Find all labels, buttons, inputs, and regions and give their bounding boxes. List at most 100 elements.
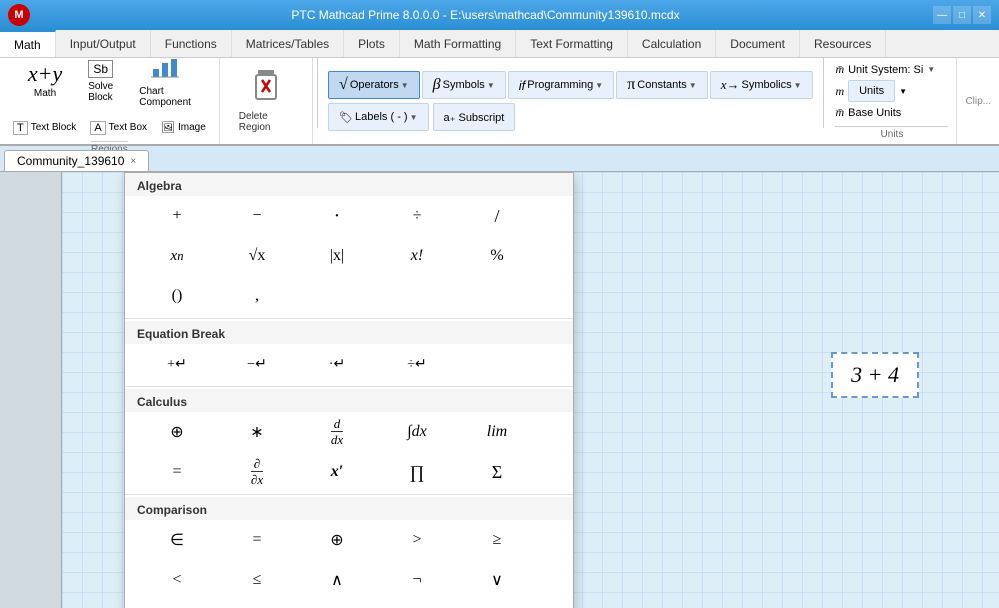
op-percent[interactable]: %: [457, 240, 537, 272]
op-div[interactable]: ÷: [377, 200, 457, 232]
op-factorial[interactable]: x!: [377, 240, 457, 272]
units-group: m̄ Unit System: Si ▼ m Units ▼ m̄ Base U…: [827, 58, 957, 144]
op-break-div[interactable]: ÷↵: [377, 348, 457, 380]
tab-resources[interactable]: Resources: [800, 30, 886, 57]
constants-btn[interactable]: π Constants ▼: [616, 71, 708, 99]
operators-group: √ Operators ▼ β Symbols ▼ if Programming…: [322, 58, 819, 144]
op-circplus[interactable]: ⊕: [137, 416, 217, 448]
subscript-btn[interactable]: a₊ Subscript: [433, 103, 516, 131]
delete-region-group: Delete Region: [220, 58, 313, 144]
units-btn-icon: m: [835, 84, 844, 99]
comparison-row-3: ≠: [125, 600, 573, 608]
ribbon-content: x+y Math Sb SolveBlock: [0, 58, 999, 146]
unit-system-icon: m̄: [835, 62, 844, 77]
symbols-btn[interactable]: β Symbols ▼: [422, 71, 506, 99]
programming-btn[interactable]: if Programming ▼: [508, 71, 614, 99]
doc-tab-community[interactable]: Community_139610 ×: [4, 150, 149, 171]
calculus-header: Calculus: [125, 389, 573, 412]
tab-plots[interactable]: Plots: [344, 30, 400, 57]
doc-tab-close[interactable]: ×: [130, 156, 136, 167]
base-units-label: Base Units: [848, 107, 901, 119]
op-power[interactable]: xn: [137, 240, 217, 272]
op-limit[interactable]: lim: [457, 416, 537, 448]
math-expression[interactable]: 3 + 4: [831, 352, 919, 398]
op-parens[interactable]: (): [137, 280, 217, 312]
symbolics-btn[interactable]: x→ Symbolics ▼: [710, 71, 813, 99]
op-plus[interactable]: +: [137, 200, 217, 232]
math-btn[interactable]: x+y Math: [17, 56, 73, 106]
unit-system-arrow: ▼: [927, 65, 935, 74]
units-group-label: Units: [835, 126, 948, 140]
divider-3: [125, 494, 573, 495]
labels-label: Labels ( - ): [355, 111, 408, 123]
op-dot[interactable]: ·: [297, 200, 377, 232]
op-neq[interactable]: ≠: [137, 604, 217, 608]
op-break-dot[interactable]: ·↵: [297, 348, 377, 380]
op-less[interactable]: <: [137, 564, 217, 596]
op-deriv[interactable]: d dx: [297, 416, 377, 448]
comparison-header: Comparison: [125, 497, 573, 520]
op-xor[interactable]: ⊕: [297, 524, 377, 556]
op-element[interactable]: ∈: [137, 524, 217, 556]
image-btn[interactable]: 🖼 Image: [156, 118, 211, 138]
op-eq-comp[interactable]: =: [217, 524, 297, 556]
op-prime[interactable]: x′: [297, 456, 377, 488]
tab-calculation[interactable]: Calculation: [628, 30, 716, 57]
op-comma[interactable]: ,: [217, 280, 297, 312]
title-bar-buttons[interactable]: — □ ✕: [933, 6, 991, 24]
op-break-minus[interactable]: −↵: [217, 348, 297, 380]
math-icon: x+y: [28, 63, 62, 85]
delete-region-btn[interactable]: Delete Region: [230, 65, 302, 138]
minimize-btn[interactable]: —: [933, 6, 951, 24]
algebra-row-2: xn √x |x| x! %: [125, 236, 573, 276]
op-sqrt[interactable]: √x: [217, 240, 297, 272]
operators-label: Operators: [350, 79, 399, 91]
tab-math-formatting[interactable]: Math Formatting: [400, 30, 516, 57]
delete-region-label: Delete Region: [239, 111, 293, 133]
operators-btn[interactable]: √ Operators ▼: [328, 71, 420, 99]
close-btn[interactable]: ✕: [973, 6, 991, 24]
op-star[interactable]: ∗: [217, 416, 297, 448]
algebra-row-1: + − · ÷ /: [125, 196, 573, 236]
op-and[interactable]: ∧: [297, 564, 377, 596]
op-minus[interactable]: −: [217, 200, 297, 232]
sep1: [317, 58, 318, 128]
op-or[interactable]: ∨: [457, 564, 537, 596]
op-sum[interactable]: Σ: [457, 456, 537, 488]
sidebar: [0, 172, 62, 608]
comparison-row-1: ∈ = ⊕ > ≥: [125, 520, 573, 560]
op-integral[interactable]: ∫dx: [377, 416, 457, 448]
tab-text-formatting[interactable]: Text Formatting: [516, 30, 628, 57]
op-lte[interactable]: ≤: [217, 564, 297, 596]
constants-label: Constants: [637, 79, 687, 91]
text-block-btn[interactable]: T Text Block: [8, 118, 81, 138]
labels-btn[interactable]: 🏷 Labels ( - ) ▼: [328, 103, 428, 131]
title-bar-text: PTC Mathcad Prime 8.0.0.0 - E:\users\mat…: [38, 8, 933, 22]
op-eq-calc[interactable]: =: [137, 456, 217, 488]
tab-document[interactable]: Document: [716, 30, 800, 57]
op-break-plus[interactable]: +↵: [137, 348, 217, 380]
op-greater[interactable]: >: [377, 524, 457, 556]
calculus-row-2: = ∂ ∂x x′ ∏ Σ: [125, 452, 573, 492]
chart-component-btn[interactable]: ChartComponent: [128, 48, 202, 115]
workspace: 3 + 4 Algebra + − · ÷ / xn √x |x| x! % (…: [0, 172, 999, 608]
canvas[interactable]: 3 + 4 Algebra + − · ÷ / xn √x |x| x! % (…: [62, 172, 999, 608]
clipboard-section: Clip...: [957, 58, 999, 144]
op-gte[interactable]: ≥: [457, 524, 537, 556]
op-not[interactable]: ¬: [377, 564, 457, 596]
op-partial[interactable]: ∂ ∂x: [217, 456, 297, 488]
solve-block-btn[interactable]: Sb SolveBlock: [77, 53, 124, 110]
tab-matrices-tables[interactable]: Matrices/Tables: [232, 30, 344, 57]
calculus-row-1: ⊕ ∗ d dx ∫dx lim: [125, 412, 573, 452]
text-box-label: Text Box: [109, 122, 147, 133]
algebra-row-3: () ,: [125, 276, 573, 316]
divider-1: [125, 318, 573, 319]
op-frac[interactable]: /: [457, 200, 537, 232]
op-product[interactable]: ∏: [377, 456, 457, 488]
maximize-btn[interactable]: □: [953, 6, 971, 24]
units-btn[interactable]: Units: [848, 80, 895, 102]
op-abs[interactable]: |x|: [297, 240, 377, 272]
operators-icon: √: [339, 76, 348, 94]
text-box-btn[interactable]: A Text Box: [85, 118, 152, 138]
divider-2: [125, 386, 573, 387]
